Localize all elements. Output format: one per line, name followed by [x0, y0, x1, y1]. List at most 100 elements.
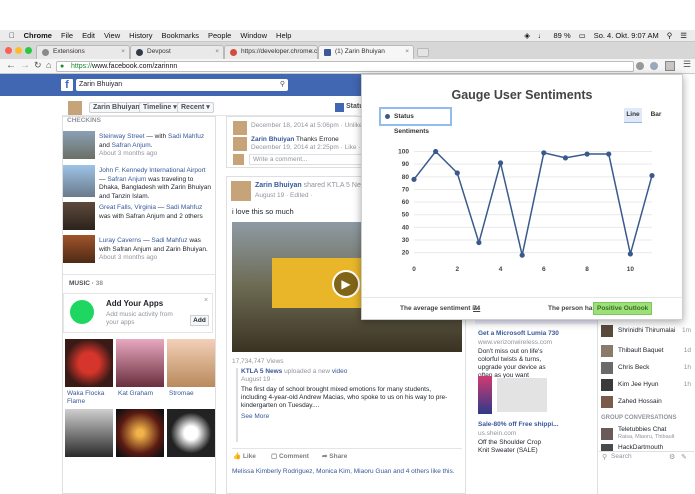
close-tab-icon[interactable]: ×	[121, 48, 125, 55]
battery-percent[interactable]: 89 %	[554, 31, 571, 40]
back-icon[interactable]: ←	[6, 60, 16, 71]
tab-developer-chrome[interactable]: https://developer.chrome.c ×	[224, 45, 318, 59]
avg-value: 74	[473, 305, 481, 312]
chat-search-input[interactable]: ⚲ Search ⚙ ✎	[599, 451, 694, 462]
search-icon[interactable]: ⚲	[280, 79, 285, 91]
forward-icon[interactable]: →	[20, 60, 30, 71]
comment-button[interactable]: ▢ Comment	[271, 452, 309, 460]
tab-devpost[interactable]: Devpost ×	[130, 45, 224, 59]
bar-toggle-button[interactable]: Bar	[645, 108, 667, 123]
share-button[interactable]: ➦ Share	[322, 452, 347, 460]
avatar	[601, 345, 613, 357]
likers-text[interactable]: Melissa Kimberly Rodriguez, Monica Kim, …	[232, 468, 462, 475]
reload-icon[interactable]: ↻	[34, 60, 42, 71]
checkin-item[interactable]: Steinway Street — with Sadi Mahfuz and S…	[63, 131, 215, 161]
tab-extensions[interactable]: Extensions ×	[36, 45, 130, 59]
artist-name[interactable]: Waka Flocka Flame	[67, 390, 113, 406]
artist-photo[interactable]	[167, 409, 215, 457]
data-point	[584, 151, 590, 157]
fb-search-input[interactable]: Zarin Bhuiyan ⚲	[76, 79, 288, 91]
volume-icon[interactable]: ♩	[538, 31, 546, 40]
checkin-item[interactable]: Great Falls, Virginia — Sadi Mahfuz was …	[63, 202, 215, 232]
artist-name[interactable]: Kat Graham	[118, 390, 153, 398]
menu-view[interactable]: View	[104, 31, 120, 40]
close-tab-icon[interactable]: ×	[215, 48, 219, 55]
data-point	[519, 252, 525, 258]
menu-edit[interactable]: Edit	[82, 31, 95, 40]
chat-contact[interactable]: Chris Beck 1h	[601, 361, 693, 375]
recent-dropdown[interactable]: Recent ▾	[177, 102, 214, 113]
line-toggle-button[interactable]: Line	[624, 108, 642, 123]
contact-status: 1d	[683, 347, 691, 354]
close-icon[interactable]: ×	[204, 297, 208, 304]
menu-list-icon[interactable]: ☰	[680, 31, 687, 40]
ad-title[interactable]: Sale-80% off Free shippi...	[478, 421, 594, 428]
close-window-button[interactable]	[5, 47, 12, 54]
sentiment-extension-icon[interactable]	[665, 61, 675, 71]
add-apps-button[interactable]: Add	[190, 315, 209, 326]
artist-photo-stromae[interactable]	[167, 339, 215, 387]
data-point	[476, 239, 482, 246]
close-tab-icon[interactable]: ×	[405, 48, 409, 55]
avatar[interactable]	[233, 121, 247, 135]
clock[interactable]: So. 4. Okt. 9:07 AM	[594, 31, 659, 40]
artist-photo[interactable]	[116, 409, 164, 457]
lock-icon: ●	[60, 63, 65, 70]
popup-footer: The average sentiment is: 74 The person …	[362, 297, 682, 319]
tab-facebook[interactable]: (1) Zarin Bhuiyan ×	[318, 45, 414, 59]
like-button[interactable]: 👍 Like	[233, 452, 256, 460]
divider	[232, 448, 462, 449]
ad-url[interactable]: www.verizonwireless.com	[478, 339, 552, 346]
artist-photo-waka-flocka[interactable]	[65, 339, 113, 387]
ad-image[interactable]	[478, 376, 492, 414]
contact-name: Kim Jee Hyun	[618, 381, 659, 388]
home-icon[interactable]: ⌂	[46, 60, 51, 70]
search-icon[interactable]: ⚲	[667, 31, 673, 40]
profile-name-button[interactable]: Zarin Bhuiyan	[89, 102, 144, 113]
address-bar[interactable]: ● https://www.facebook.com/zarinnn	[56, 61, 634, 72]
url-path: /zarinnn	[152, 63, 178, 70]
artist-photo-kat-graham[interactable]	[116, 339, 164, 387]
ad-url[interactable]: us.shein.com	[478, 430, 516, 437]
artist-photo[interactable]	[65, 409, 113, 457]
timeline-dropdown[interactable]: Timeline ▾	[139, 102, 181, 113]
ad-title[interactable]: Get a Microsoft Lumia 730	[478, 330, 594, 337]
artist-name[interactable]: Stromae	[169, 390, 194, 398]
checkin-item[interactable]: Luray Caverns — Sadi Mahfuz was with Saf…	[63, 235, 215, 265]
menu-people[interactable]: People	[208, 31, 231, 40]
menu-window[interactable]: Window	[240, 31, 267, 40]
chat-contact[interactable]: Kim Jee Hyun 1h	[601, 378, 693, 392]
ad-image[interactable]	[497, 378, 547, 412]
chat-contact[interactable]: Zahed Hossain	[601, 395, 693, 409]
play-icon[interactable]: ▶	[332, 270, 360, 298]
group-conversation[interactable]: Teletubbies Chat Raisa, Miaoru, Thibault	[601, 426, 693, 444]
avatar[interactable]	[231, 181, 251, 201]
menu-bookmarks[interactable]: Bookmarks	[161, 31, 199, 40]
chrome-menu-icon[interactable]: ☰	[683, 59, 691, 70]
gear-icon[interactable]: ⚙	[669, 453, 675, 461]
close-tab-icon[interactable]: ×	[309, 48, 313, 55]
menu-file[interactable]: File	[61, 31, 73, 40]
avatar[interactable]	[68, 101, 82, 115]
new-tab-button[interactable]	[417, 48, 429, 57]
extension-icon[interactable]	[650, 62, 658, 70]
menu-help[interactable]: Help	[276, 31, 291, 40]
chat-contact[interactable]: Shrinidhi Thirumalai 1m	[601, 324, 693, 338]
facebook-logo-icon[interactable]: f	[61, 79, 73, 91]
menu-history[interactable]: History	[129, 31, 152, 40]
see-more-link[interactable]: See More	[241, 413, 459, 420]
timeline-label: Timeline	[143, 104, 172, 111]
checkin-item[interactable]: John F. Kennedy International Airport — …	[63, 165, 215, 200]
chart-legend[interactable]: Status Sentiments	[379, 107, 452, 135]
apple-icon[interactable]: 	[9, 31, 15, 40]
chat-contact[interactable]: Thibault Baquet 1d	[601, 344, 693, 358]
zoom-window-button[interactable]	[25, 47, 32, 54]
avatar	[233, 154, 244, 165]
app-menu[interactable]: Chrome	[24, 31, 52, 40]
wifi-icon[interactable]: ◈	[524, 31, 530, 40]
avatar[interactable]	[233, 137, 247, 151]
minimize-window-button[interactable]	[15, 47, 22, 54]
music-header: MUSIC · 38	[69, 280, 103, 287]
extension-icon[interactable]	[636, 62, 644, 70]
compose-icon[interactable]: ✎	[681, 453, 687, 461]
